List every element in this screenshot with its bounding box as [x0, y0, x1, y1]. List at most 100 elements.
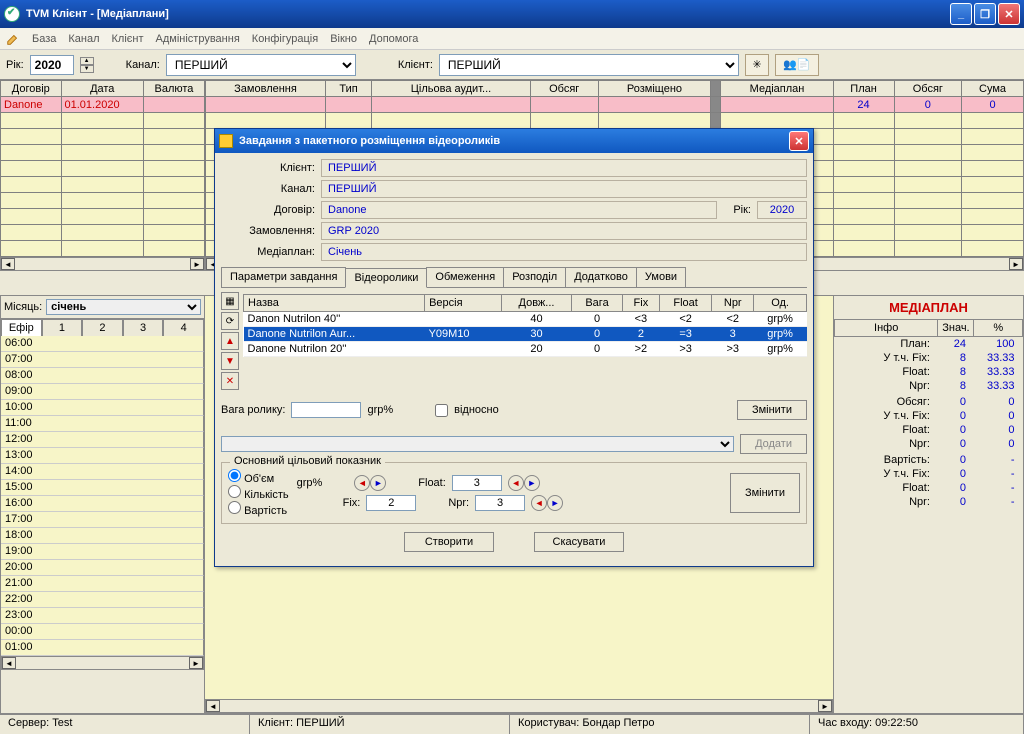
menu-channel[interactable]: Канал — [68, 33, 99, 45]
moveup-button[interactable]: ▲ — [221, 332, 239, 350]
month-select[interactable]: січень — [46, 299, 201, 315]
npr-input[interactable] — [475, 495, 525, 511]
col-sum[interactable]: Сума — [962, 81, 1024, 97]
edit-icon[interactable] — [6, 32, 20, 46]
maximize-button[interactable]: ❐ — [974, 3, 996, 25]
col-mediaplan[interactable]: Медіаплан — [721, 81, 833, 97]
hour-row[interactable]: 16:00 — [1, 496, 204, 512]
hour-row[interactable]: 22:00 — [1, 592, 204, 608]
float-spin[interactable]: ◄► — [508, 475, 540, 491]
refresh-icon-small[interactable]: ⟳ — [221, 312, 239, 330]
radio-count[interactable]: Кількість — [228, 485, 289, 501]
year-spinner[interactable]: ▲▼ — [80, 57, 94, 73]
hour-row[interactable]: 01:00 — [1, 640, 204, 656]
float-input[interactable] — [452, 475, 502, 491]
npr-spin[interactable]: ◄► — [531, 495, 563, 511]
video-row[interactable]: Danone Nutrilon Aur...Y09M103002=33grp% — [244, 327, 807, 342]
vcol-float[interactable]: Float — [659, 295, 711, 312]
hour-row[interactable]: 20:00 — [1, 560, 204, 576]
video-select[interactable] — [221, 436, 734, 452]
vcol-npr[interactable]: Npr — [712, 295, 754, 312]
movedown-button[interactable]: ▼ — [221, 352, 239, 370]
col-audience[interactable]: Цільова аудит... — [372, 81, 531, 97]
delete-button[interactable]: ✕ — [221, 372, 239, 390]
radio-cost[interactable]: Вартість — [228, 501, 289, 517]
col-contract[interactable]: Договір — [1, 81, 62, 97]
menu-config[interactable]: Конфігурація — [252, 33, 318, 45]
dlgtab-videos[interactable]: Відеоролики — [345, 268, 427, 288]
hour-row[interactable]: 06:00 — [1, 336, 204, 352]
users-icon[interactable]: 👥📄 — [775, 54, 819, 76]
col-type[interactable]: Тип — [326, 81, 372, 97]
scrollbar-hours[interactable]: ◄► — [1, 656, 204, 670]
menu-window[interactable]: Вікно — [330, 33, 357, 45]
hour-row[interactable]: 09:00 — [1, 384, 204, 400]
col-plan[interactable]: План — [833, 81, 894, 97]
vcol-unit[interactable]: Од. — [754, 295, 807, 312]
hour-row[interactable]: 18:00 — [1, 528, 204, 544]
hour-row[interactable]: 17:00 — [1, 512, 204, 528]
mp-col-val[interactable]: Знач. — [938, 320, 974, 337]
vcol-ver[interactable]: Версія — [425, 295, 502, 312]
cancel-button[interactable]: Скасувати — [534, 532, 624, 552]
hour-row[interactable]: 15:00 — [1, 480, 204, 496]
col-vol2[interactable]: Обсяг — [894, 81, 962, 97]
col-volume[interactable]: Обсяг — [530, 81, 598, 97]
col-order[interactable]: Замовлення — [206, 81, 326, 97]
vcol-len[interactable]: Довж... — [501, 295, 571, 312]
hour-row[interactable]: 23:00 — [1, 608, 204, 624]
scrollbar-schedule[interactable]: ◄► — [205, 699, 833, 713]
channel-select[interactable]: ПЕРШИЙ — [166, 54, 356, 76]
close-button[interactable]: ✕ — [998, 3, 1020, 25]
col-placed[interactable]: Розміщено — [598, 81, 711, 97]
video-row[interactable]: Danone Nutrilon 20''200>2>3>3grp% — [244, 342, 807, 357]
tab-efir[interactable]: Ефір — [1, 319, 42, 336]
grid-icon[interactable]: ▦ — [221, 292, 239, 310]
client-select[interactable]: ПЕРШИЙ — [439, 54, 739, 76]
minimize-button[interactable]: _ — [950, 3, 972, 25]
tab-4[interactable]: 4 — [163, 319, 204, 336]
hour-row[interactable]: 08:00 — [1, 368, 204, 384]
menu-client[interactable]: Клієнт — [112, 33, 144, 45]
dlgtab-params[interactable]: Параметри завдання — [221, 267, 346, 287]
hour-row[interactable]: 00:00 — [1, 624, 204, 640]
hour-row[interactable]: 10:00 — [1, 400, 204, 416]
cell-contract[interactable]: Danone — [1, 97, 62, 113]
radio-volume[interactable]: Об'єм — [228, 469, 289, 485]
mp-col-info[interactable]: Інфо — [835, 320, 938, 337]
tab-3[interactable]: 3 — [123, 319, 164, 336]
mp-col-pct[interactable]: % — [974, 320, 1023, 337]
dlgtab-cond[interactable]: Умови — [636, 267, 686, 287]
hour-row[interactable]: 19:00 — [1, 544, 204, 560]
create-button[interactable]: Створити — [404, 532, 494, 552]
col-date[interactable]: Дата — [61, 81, 143, 97]
vcol-name[interactable]: Назва — [244, 295, 425, 312]
cell-date[interactable]: 01.01.2020 — [61, 97, 143, 113]
dlgtab-restrict[interactable]: Обмеження — [426, 267, 504, 287]
hour-row[interactable]: 13:00 — [1, 448, 204, 464]
menu-base[interactable]: База — [32, 33, 56, 45]
dialog-close-button[interactable]: ✕ — [789, 131, 809, 151]
dlgtab-extra[interactable]: Додатково — [565, 267, 637, 287]
refresh-icon[interactable]: ✳ — [745, 54, 769, 76]
change-target-button[interactable]: Змінити — [730, 473, 800, 513]
hour-row[interactable]: 12:00 — [1, 432, 204, 448]
weight-input[interactable] — [291, 402, 361, 418]
relative-checkbox[interactable] — [435, 404, 448, 417]
vcol-fix[interactable]: Fix — [622, 295, 659, 312]
menu-help[interactable]: Допомога — [369, 33, 418, 45]
hour-row[interactable]: 14:00 — [1, 464, 204, 480]
video-row[interactable]: Danon Nutrilon 40''400<3<2<2grp% — [244, 312, 807, 327]
fix-input[interactable] — [366, 495, 416, 511]
year-input[interactable] — [30, 55, 74, 75]
change-weight-button[interactable]: Змінити — [737, 400, 807, 420]
hour-row[interactable]: 07:00 — [1, 352, 204, 368]
scrollbar-left[interactable]: ◄► — [0, 257, 205, 271]
unit-spin[interactable]: ◄► — [354, 475, 386, 491]
dlgtab-distrib[interactable]: Розподіл — [503, 267, 566, 287]
tab-1[interactable]: 1 — [42, 319, 83, 336]
tab-2[interactable]: 2 — [82, 319, 123, 336]
col-currency[interactable]: Валюта — [143, 81, 204, 97]
hour-row[interactable]: 21:00 — [1, 576, 204, 592]
menu-admin[interactable]: Адміністрування — [156, 33, 240, 45]
